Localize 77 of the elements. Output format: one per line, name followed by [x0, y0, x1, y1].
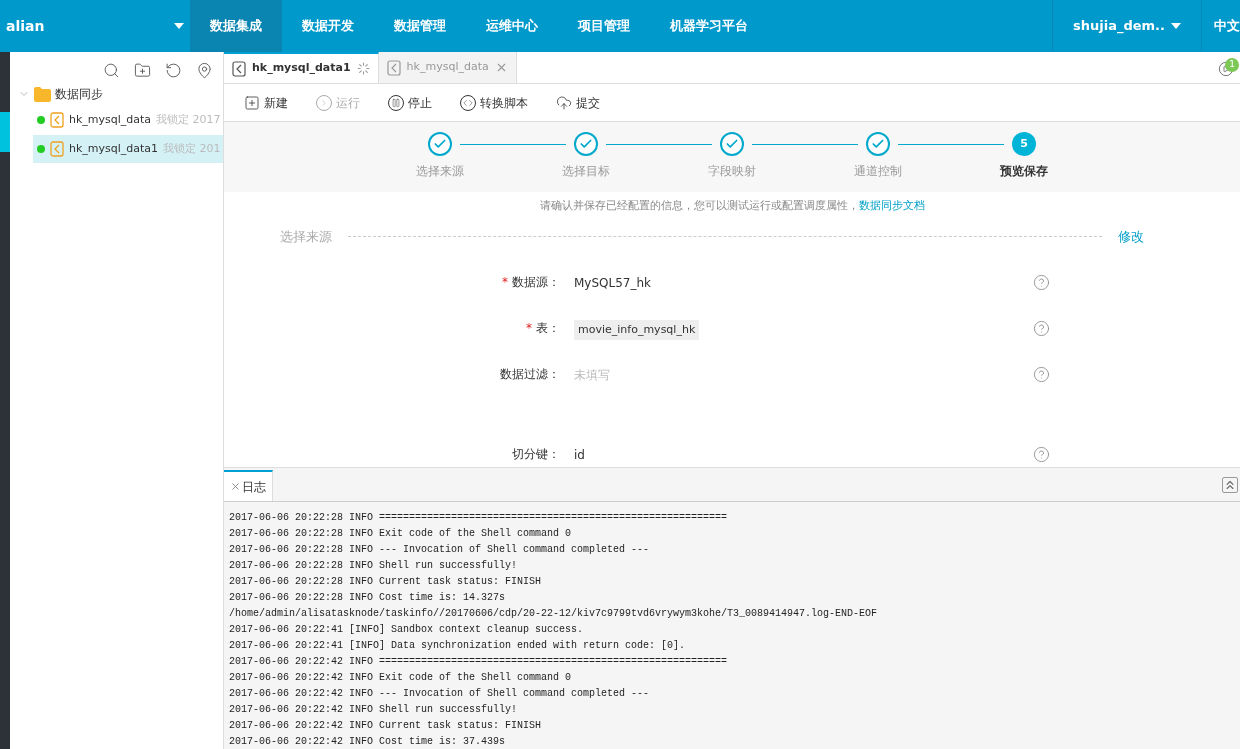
- nav-tab[interactable]: 数据开发: [282, 0, 374, 52]
- field-value: MySQL57_hk: [574, 276, 652, 290]
- step-label: 预览保存: [1000, 163, 1048, 180]
- nav-tab[interactable]: 数据管理: [374, 0, 466, 52]
- log-line: 2017-06-06 20:22:41 [INFO] Data synchronization ended with return code: [0].: [229, 639, 687, 653]
- help-icon[interactable]: [1033, 365, 1050, 383]
- log-line: 2017-06-06 20:22:42 INFO Current task status: FINISH: [229, 719, 543, 733]
- field-label: 切分键：: [512, 446, 560, 463]
- toolbar-button[interactable]: 停止: [388, 93, 432, 112]
- step-label: 通道控制: [854, 163, 902, 180]
- help-icon[interactable]: [1033, 445, 1050, 463]
- toolbar-button[interactable]: 转换脚本: [460, 93, 528, 112]
- sync-file-icon: [50, 141, 64, 157]
- nav-tab[interactable]: 数据集成: [190, 0, 282, 52]
- log-line: 2017-06-06 20:22:42 INFO Exit code of the Shell command 0: [229, 671, 573, 685]
- sync-node-icon: [386, 59, 401, 76]
- log-line: 2017-06-06 20:22:41 [INFO] Sandbox context cleanup success.: [229, 623, 585, 637]
- toolbar-button[interactable]: 提交: [556, 93, 600, 112]
- required-mark: *: [526, 320, 532, 337]
- file-name: hk_mysql_data: [69, 111, 152, 128]
- editor-tab[interactable]: hk_mysql_data1: [224, 52, 379, 83]
- run-status-icon[interactable]: [1218, 61, 1234, 77]
- new-folder-icon[interactable]: [134, 62, 151, 79]
- folder-icon: [34, 86, 51, 102]
- log-line: 2017-06-06 20:22:42 INFO Shell run successfully!: [229, 703, 519, 717]
- log-line: 2017-06-06 20:22:42 INFO ==========================================================: [229, 655, 729, 669]
- help-icon[interactable]: [1033, 273, 1050, 291]
- log-line: 2017-06-06 20:22:28 INFO Cost time is: 14.327s: [229, 591, 507, 605]
- log-line: 2017-06-06 20:22:28 INFO Exit code of the Shell command 0: [229, 527, 573, 541]
- sync-node-icon: [232, 60, 246, 77]
- collapse-icon[interactable]: [1222, 477, 1238, 493]
- step-label: 选择来源: [416, 163, 464, 180]
- upload-icon: [556, 94, 572, 111]
- docs-link[interactable]: 数据同步文档: [858, 199, 925, 212]
- new-icon: [244, 94, 260, 111]
- step-label: 选择目标: [562, 163, 610, 180]
- log-line: 2017-06-06 20:22:28 INFO --- Invocation of Shell command completed ---: [229, 543, 651, 557]
- field-label: 数据源：: [512, 274, 560, 291]
- file-name: hk_mysql_data1: [69, 140, 159, 157]
- folder-label[interactable]: 数据同步: [55, 85, 103, 103]
- field-label: 数据过滤：: [500, 366, 560, 383]
- log-line: 2017-06-06 20:22:42 INFO Cost time is: 37.439s: [229, 735, 507, 749]
- log-line: 2017-06-06 20:22:28 INFO Shell run successfully!: [229, 559, 519, 573]
- log-tab[interactable]: 日志: [224, 470, 273, 501]
- edit-link[interactable]: 修改: [1118, 226, 1144, 246]
- field-label: 表：: [536, 320, 560, 337]
- locate-icon[interactable]: [196, 62, 213, 79]
- empty-value: 未填写: [574, 368, 610, 382]
- dropdown-caret-icon[interactable]: [174, 23, 184, 29]
- log-line: 2017-06-06 20:22:28 INFO ==========================================================: [229, 511, 729, 525]
- nav-tab[interactable]: 机器学习平台: [650, 0, 768, 52]
- language-label[interactable]: 中文: [1214, 16, 1240, 36]
- close-icon[interactable]: [230, 481, 241, 492]
- notification-badge: 1: [1225, 58, 1239, 72]
- field-value: id: [574, 448, 585, 462]
- search-icon[interactable]: [103, 62, 120, 79]
- dropdown-caret-icon[interactable]: [1171, 23, 1181, 29]
- user-menu[interactable]: shujia_dem..: [1073, 16, 1165, 36]
- log-line: 2017-06-06 20:22:28 INFO Current task status: FINISH: [229, 575, 543, 589]
- lock-info: 我锁定 2017: [156, 111, 221, 128]
- help-icon[interactable]: [1033, 319, 1050, 337]
- log-line: 2017-06-06 20:22:42 INFO --- Invocation of Shell command completed ---: [229, 687, 651, 701]
- toolbar-button[interactable]: 新建: [244, 93, 288, 112]
- nav-tab[interactable]: 运维中心: [466, 0, 558, 52]
- step-label: 字段映射: [708, 163, 756, 180]
- editor-tab[interactable]: hk_mysql_data: [378, 52, 517, 83]
- notice-text: 请确认并保存已经配置的信息，您可以测试运行或配置调度属性，数据同步文档: [538, 198, 926, 214]
- sync-file-icon: [50, 112, 64, 128]
- section-title: 选择来源: [280, 227, 332, 246]
- nav-tab[interactable]: 项目管理: [558, 0, 650, 52]
- refresh-icon[interactable]: [165, 62, 182, 79]
- log-line: /home/admin/alisatasknode/taskinfo//20170606/cdp/20-22-12/kiv7c9799tvd6vrywym3kohe/T3_0089414947.log-END-EOF: [229, 607, 879, 621]
- required-mark: *: [502, 274, 508, 291]
- table-tag: movie_info_mysql_hk: [574, 319, 700, 341]
- workspace-name[interactable]: alian: [6, 15, 45, 37]
- tree-item[interactable]: hk_mysql_data 我锁定 2017: [33, 106, 223, 134]
- step-number: 5: [1012, 132, 1036, 156]
